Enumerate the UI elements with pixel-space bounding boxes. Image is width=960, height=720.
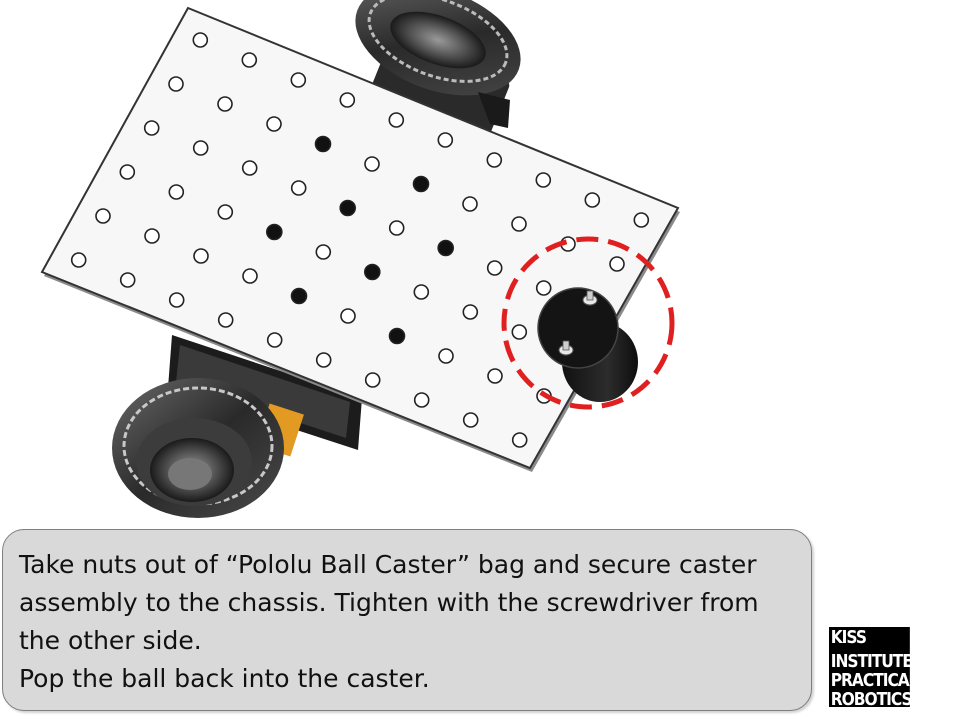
plate-hole [437, 132, 454, 148]
plate-hole [168, 76, 184, 92]
plate-hole [633, 212, 650, 228]
plate-hole [144, 228, 160, 244]
plate-hole [388, 327, 406, 345]
plate-hole [364, 156, 380, 172]
plate-hole [314, 135, 332, 153]
plate-hole [168, 184, 185, 200]
logo-line-institute: INSTITUTEFOR [830, 647, 925, 672]
plate-hole [462, 304, 479, 320]
plate-hole [486, 152, 503, 168]
plate-hole [266, 116, 282, 132]
plate-hole [192, 32, 209, 48]
plate-hole [95, 208, 111, 224]
plate-hole [486, 260, 503, 276]
logo-line-practical: PRACTICAL [830, 670, 919, 691]
plate-hole [584, 192, 601, 208]
plate-hole [535, 172, 552, 188]
plate-hole [340, 308, 356, 324]
logo-line-robotics: ROBOTICS [830, 689, 913, 710]
plate-hole [487, 368, 503, 384]
instruction-line: Pop the ball back into the caster. [19, 664, 430, 693]
plate-hole [364, 372, 381, 388]
plate-hole [609, 256, 625, 272]
plate-hole [265, 223, 283, 241]
plate-hole [363, 263, 381, 281]
plate-hole [70, 252, 87, 268]
plate-hole [143, 120, 160, 136]
plate-hole [217, 96, 233, 112]
plate-hole [290, 72, 307, 88]
plate-hole [413, 284, 430, 300]
plate-hole [217, 204, 234, 220]
plate-hole [192, 140, 209, 156]
plate-hole [119, 272, 136, 288]
plate-hole [412, 175, 430, 193]
plate-hole [388, 220, 405, 236]
plate-hole [462, 196, 478, 212]
plate-hole [266, 332, 283, 348]
plate-hole [511, 324, 528, 340]
plate-hole [290, 180, 307, 196]
plate-hole [315, 244, 332, 260]
instruction-line: the other side. [19, 626, 202, 655]
plate-hole [168, 292, 185, 308]
logo-line-kiss: KISS [830, 627, 867, 648]
plate-hole [535, 280, 552, 296]
plate-hole [193, 248, 209, 264]
instruction-box: Take nuts out of “Pololu Ball Caster” ba… [2, 529, 812, 711]
plate-hole [119, 164, 136, 180]
plate-hole [241, 160, 258, 176]
plate-hole [339, 199, 357, 217]
plate-hole [339, 92, 356, 108]
plate-hole [511, 432, 528, 448]
plate-hole [242, 268, 258, 284]
plate-hole [241, 52, 258, 68]
plate-hole [217, 312, 234, 328]
plate-hole [438, 348, 454, 364]
plate-hole [388, 112, 405, 128]
plate-hole [437, 239, 455, 257]
plate-hole [290, 287, 308, 305]
logo-institute-text: INSTITUTE [830, 651, 913, 672]
instruction-line: assembly to the chassis. Tighten with th… [19, 588, 759, 617]
plate-hole [315, 352, 332, 368]
instruction-line: Take nuts out of “Pololu Ball Caster” ba… [19, 550, 757, 579]
logo-for-text: FOR [912, 653, 925, 660]
kipr-logo: KISS INSTITUTEFOR PRACTICAL ROBOTICS [829, 627, 925, 710]
plate-hole [462, 412, 479, 428]
plate-hole [511, 216, 527, 232]
plate-hole [413, 392, 430, 408]
